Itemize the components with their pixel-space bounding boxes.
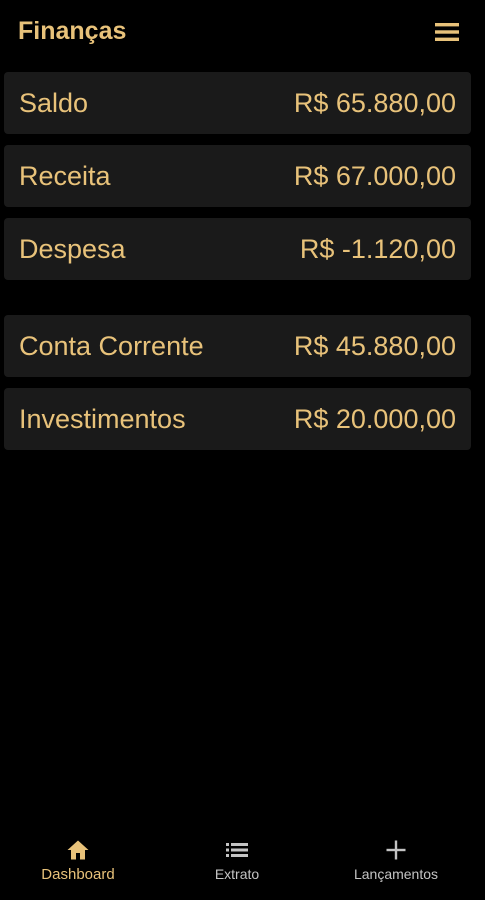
account-card-investimentos[interactable]: Investimentos R$ 20.000,00 [4,388,471,450]
card-value: R$ 20.000,00 [293,403,456,434]
list-icon [226,843,248,857]
card-value: R$ 67.000,00 [293,160,456,191]
summary-card-saldo[interactable]: Saldo R$ 65.880,00 [4,72,471,134]
app-header: Finanças [0,0,485,66]
card-value: R$ 65.880,00 [293,87,456,118]
nav-label: Extrato [214,866,260,882]
nav-label: Dashboard [41,866,115,883]
nav-item-lancamentos[interactable]: Lançamentos [336,826,456,900]
menu-button[interactable] [435,23,459,41]
page-title: Finanças [18,17,127,45]
hamburger-menu-icon [435,23,459,41]
card-label: Receita [19,160,111,191]
nav-label: Lançamentos [353,866,439,882]
home-icon [67,840,89,860]
summary-card-receita[interactable]: Receita R$ 67.000,00 [4,145,471,207]
bottom-navigation: Dashboard Extrato Lançamentos [0,826,485,900]
card-label: Conta Corrente [19,330,204,361]
summary-card-despesa[interactable]: Despesa R$ -1.120,00 [4,218,471,280]
nav-item-extrato[interactable]: Extrato [187,826,287,900]
card-label: Saldo [19,87,89,118]
card-label: Despesa [19,233,126,264]
card-value: R$ -1.120,00 [299,233,456,264]
card-value: R$ 45.880,00 [293,330,456,361]
nav-item-dashboard[interactable]: Dashboard [28,826,128,900]
account-card-conta-corrente[interactable]: Conta Corrente R$ 45.880,00 [4,315,471,377]
plus-icon [386,840,406,860]
card-label: Investimentos [19,403,186,434]
